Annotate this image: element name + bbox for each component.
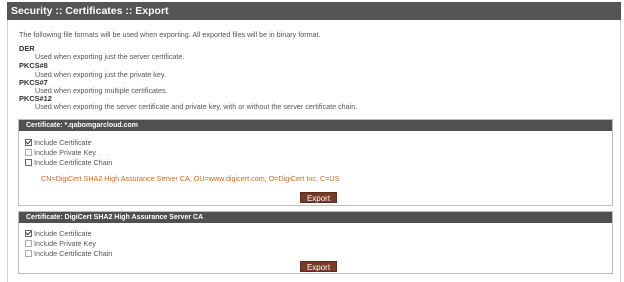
include-certificate-chain-checkbox[interactable] (25, 159, 32, 166)
format-name-der: DER (19, 44, 35, 53)
format-desc-pkcs7: Used when exporting multiple certificate… (35, 86, 168, 95)
include-certificate-checkbox[interactable] (25, 230, 32, 237)
format-desc-der: Used when exporting just the server cert… (35, 52, 185, 61)
option-include-certificate[interactable]: Include Certificate (25, 229, 92, 238)
export-button[interactable]: Export (300, 192, 337, 203)
certificate-header: Certificate: DigiCert SHA2 High Assuranc… (19, 212, 612, 223)
option-include-certificate-chain[interactable]: Include Certificate Chain (25, 249, 112, 258)
include-certificate-label: Include Certificate (34, 138, 92, 147)
option-include-private-key[interactable]: Include Private Key (25, 239, 96, 248)
option-include-certificate[interactable]: Include Certificate (25, 138, 92, 147)
include-private-key-checkbox[interactable] (25, 149, 32, 156)
page-title: Security :: Certificates :: Export (7, 2, 621, 20)
option-include-certificate-chain[interactable]: Include Certificate Chain (25, 158, 112, 167)
intro-text: The following file formats will be used … (19, 30, 321, 39)
certificate-section: Certificate: *.qabomgarcloud.com Include… (18, 119, 613, 206)
include-private-key-label: Include Private Key (34, 239, 96, 248)
format-desc-pkcs12: Used when exporting the server certifica… (35, 102, 358, 111)
include-certificate-chain-label: Include Certificate Chain (34, 158, 113, 167)
option-include-private-key[interactable]: Include Private Key (25, 148, 96, 157)
certificate-section: Certificate: DigiCert SHA2 High Assuranc… (18, 211, 613, 274)
include-certificate-chain-label: Include Certificate Chain (34, 249, 113, 258)
format-name-pkcs8: PKCS#8 (19, 61, 48, 70)
include-certificate-label: Include Certificate (34, 229, 92, 238)
include-private-key-checkbox[interactable] (25, 240, 32, 247)
certificate-chain-subject: CN=DigiCert SHA2 High Assurance Server C… (41, 174, 340, 183)
export-button[interactable]: Export (300, 261, 337, 272)
include-certificate-checkbox[interactable] (25, 139, 32, 146)
include-certificate-chain-checkbox[interactable] (25, 250, 32, 257)
export-page: Security :: Certificates :: Export The f… (0, 0, 624, 282)
certificate-header: Certificate: *.qabomgarcloud.com (19, 120, 612, 131)
format-desc-pkcs8: Used when exporting just the private key… (35, 70, 166, 79)
include-private-key-label: Include Private Key (34, 148, 96, 157)
